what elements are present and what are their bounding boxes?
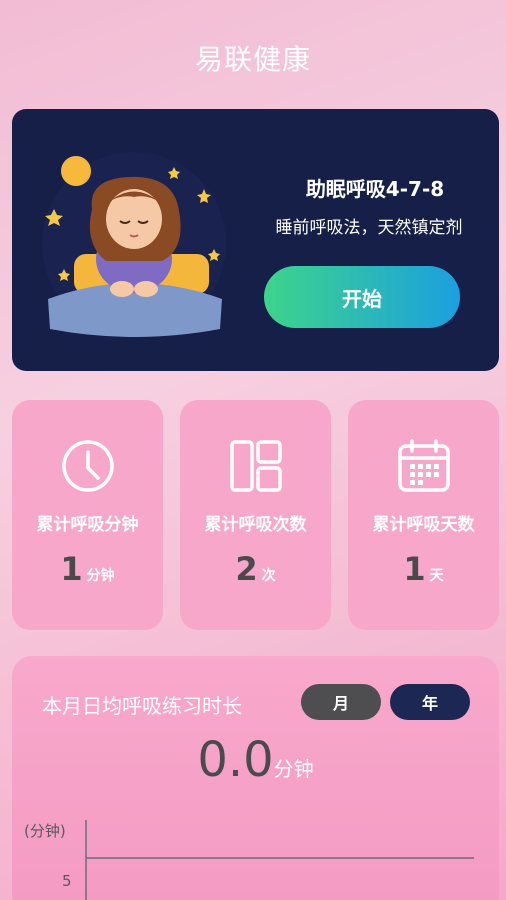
stat-value: 1: [403, 550, 426, 588]
y-tick-label: 5: [62, 872, 72, 890]
stat-card-count[interactable]: 累计呼吸次数 2次: [180, 400, 331, 630]
average-value: 0.0分钟: [12, 732, 499, 788]
start-button[interactable]: 开始: [264, 266, 460, 328]
clock-icon: [61, 440, 114, 492]
layout-icon: [229, 440, 282, 492]
average-unit: 分钟: [273, 757, 314, 781]
stat-label: 累计呼吸分钟: [36, 515, 139, 535]
chart-card: 本月日均呼吸练习时长 月 年 0.0分钟 (分钟) 5: [12, 656, 499, 900]
toggle-year-button[interactable]: 年: [390, 684, 470, 720]
stat-unit: 次: [261, 568, 276, 584]
stat-value-row: 1 分钟: [12, 550, 163, 588]
stat-label: 累计呼吸天数: [372, 515, 475, 535]
sleeping-girl-illustration: [42, 152, 226, 337]
stat-value: 2: [235, 550, 258, 588]
stat-value: 1: [60, 550, 83, 588]
y-axis-label: (分钟): [24, 822, 66, 840]
hero-card: 助眠呼吸4-7-8 睡前呼吸法，天然镇定剂 开始: [12, 109, 499, 371]
chart-title: 本月日均呼吸练习时长: [42, 694, 242, 718]
stat-value-row: 2次: [180, 550, 331, 588]
average-number: 0.0: [197, 732, 274, 788]
hero-subtitle: 睡前呼吸法，天然镇定剂: [275, 218, 463, 238]
stat-value-row: 1天: [348, 550, 499, 588]
line-chart: (分钟) 5: [24, 820, 474, 900]
stat-unit: 分钟: [86, 568, 115, 584]
calendar-icon: [397, 439, 450, 492]
app-title: 易联健康: [194, 43, 311, 76]
hero-title: 助眠呼吸4-7-8: [305, 177, 445, 201]
stat-label: 累计呼吸次数: [204, 515, 307, 535]
stat-unit: 天: [429, 568, 444, 584]
stat-card-minutes[interactable]: 累计呼吸分钟 1 分钟: [12, 400, 163, 630]
stat-card-days[interactable]: 累计呼吸天数 1天: [348, 400, 499, 630]
toggle-month-button[interactable]: 月: [301, 684, 381, 720]
